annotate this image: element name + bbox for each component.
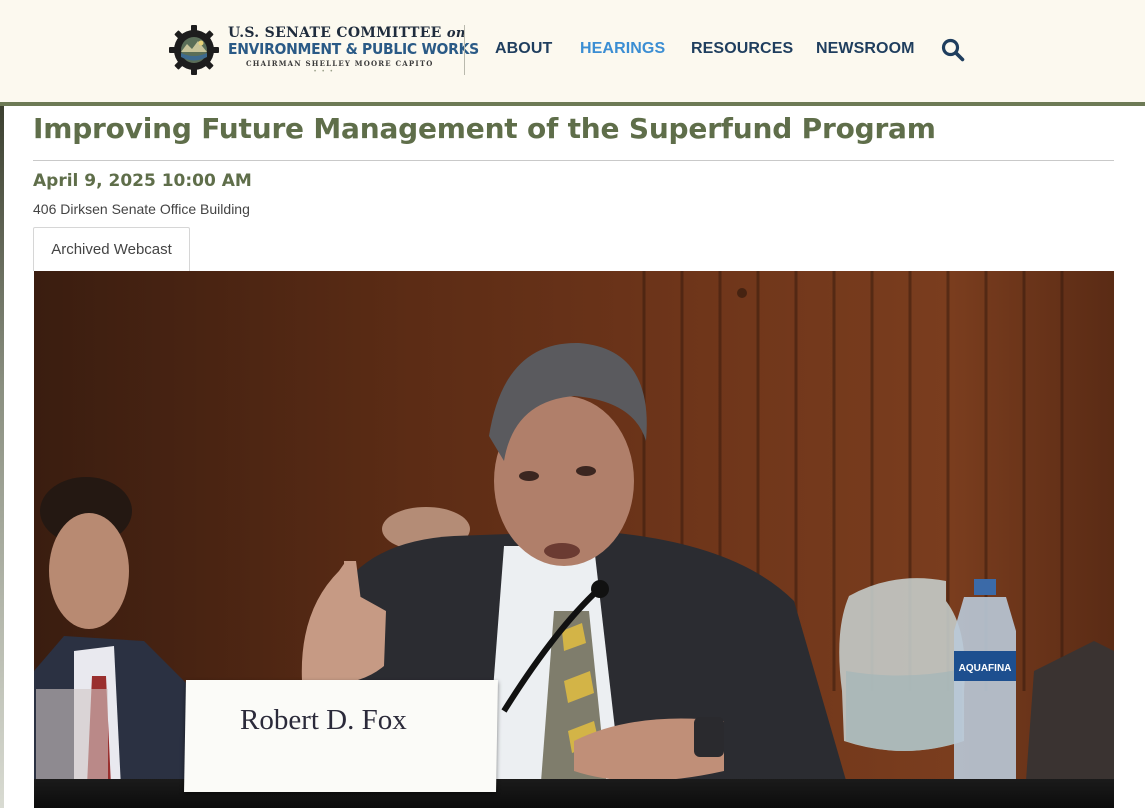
hearing-title: Improving Future Management of the Super… (33, 112, 936, 145)
committee-logo[interactable]: U.S. SENATE COMMITTEE on ENVIRONMENT & P… (168, 22, 479, 78)
header-border (0, 102, 1145, 106)
logo-line2: ENVIRONMENT & PUBLIC WORKS (228, 39, 479, 58)
bottle-label: AQUAFINA (959, 663, 1012, 674)
tab-archived-webcast[interactable]: Archived Webcast (33, 227, 190, 271)
logo-text: U.S. SENATE COMMITTEE on ENVIRONMENT & P… (228, 26, 498, 75)
hearing-location: 406 Dirksen Senate Office Building (33, 201, 250, 217)
logo-dots: ••• (314, 68, 339, 75)
page-left-edge (0, 106, 4, 808)
logo-line1: U.S. SENATE COMMITTEE on (228, 24, 466, 41)
nav-resources[interactable]: RESOURCES (691, 40, 793, 58)
gear-seal-icon (169, 25, 219, 75)
title-rule (33, 160, 1114, 161)
nav-newsroom[interactable]: NEWSROOM (816, 40, 915, 58)
nameplate-text: Robert D. Fox (240, 704, 407, 736)
header-divider (464, 25, 465, 75)
search-icon[interactable] (941, 38, 965, 62)
logo-line3: CHAIRMAN SHELLEY MOORE CAPITO (246, 58, 434, 68)
hearing-datetime: April 9, 2025 10:00 AM (33, 171, 252, 191)
nav-about[interactable]: ABOUT (495, 40, 552, 58)
nav-hearings[interactable]: HEARINGS (580, 40, 665, 58)
